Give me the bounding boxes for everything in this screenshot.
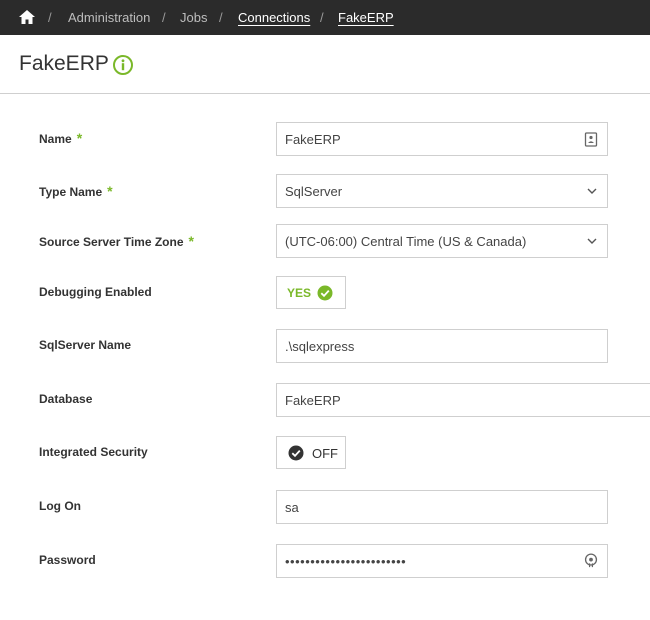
breadcrumb-administration[interactable]: Administration (68, 10, 150, 25)
breadcrumb-separator: / (162, 10, 166, 25)
password-value: •••••••••••••••••••••••• (285, 554, 407, 569)
required-marker: * (76, 130, 83, 146)
breadcrumb-separator: / (320, 10, 324, 25)
top-navigation-bar: / Administration / Jobs / Connections / … (0, 0, 650, 35)
time-zone-label: Source Server Time Zone * (39, 233, 194, 249)
database-value: FakeERP (285, 393, 341, 408)
check-circle-icon (288, 445, 304, 461)
required-marker: * (107, 183, 113, 199)
log-on-value: sa (285, 500, 299, 515)
integrated-security-toggle[interactable]: OFF (276, 436, 346, 469)
chevron-down-icon (587, 238, 597, 244)
time-zone-select[interactable]: (UTC-06:00) Central Time (US & Canada) (276, 224, 608, 258)
sqlserver-name-label: SqlServer Name (39, 338, 132, 352)
log-on-label: Log On (39, 499, 81, 513)
integrated-security-label: Integrated Security (39, 445, 148, 459)
password-reveal-icon[interactable] (584, 553, 598, 568)
debugging-enabled-value: YES (287, 286, 312, 300)
home-icon[interactable] (18, 9, 36, 25)
header-divider (0, 93, 650, 94)
sqlserver-name-field[interactable]: .\sqlexpress (276, 329, 608, 363)
breadcrumb-current-fakeerp[interactable]: FakeERP (338, 10, 394, 25)
database-label: Database (39, 392, 93, 406)
database-field[interactable]: FakeERP (276, 383, 650, 417)
type-name-select[interactable]: SqlServer (276, 174, 608, 208)
password-label: Password (39, 553, 96, 567)
breadcrumb-jobs[interactable]: Jobs (180, 10, 207, 25)
debugging-enabled-label: Debugging Enabled (39, 285, 152, 299)
page-title: FakeERP (19, 52, 109, 75)
type-name-label: Type Name * (39, 183, 113, 199)
breadcrumb-separator: / (48, 10, 52, 25)
breadcrumb-connections[interactable]: Connections (238, 10, 310, 25)
chevron-down-icon (587, 188, 597, 194)
breadcrumb-separator: / (219, 10, 223, 25)
info-icon[interactable] (112, 54, 134, 76)
check-circle-icon (317, 285, 333, 301)
name-field[interactable]: FakeERP (276, 122, 608, 156)
name-label: Name * (39, 130, 83, 146)
integrated-security-value: OFF (312, 446, 338, 461)
name-value: FakeERP (285, 132, 341, 147)
debugging-enabled-toggle[interactable]: YES (276, 276, 346, 309)
type-name-value: SqlServer (285, 184, 343, 199)
sqlserver-name-value: .\sqlexpress (285, 339, 355, 354)
time-zone-value: (UTC-06:00) Central Time (US & Canada) (285, 234, 527, 249)
log-on-field[interactable]: sa (276, 490, 608, 524)
contact-card-icon (584, 132, 598, 147)
required-marker: * (188, 233, 194, 249)
password-field[interactable]: •••••••••••••••••••••••• (276, 544, 608, 578)
